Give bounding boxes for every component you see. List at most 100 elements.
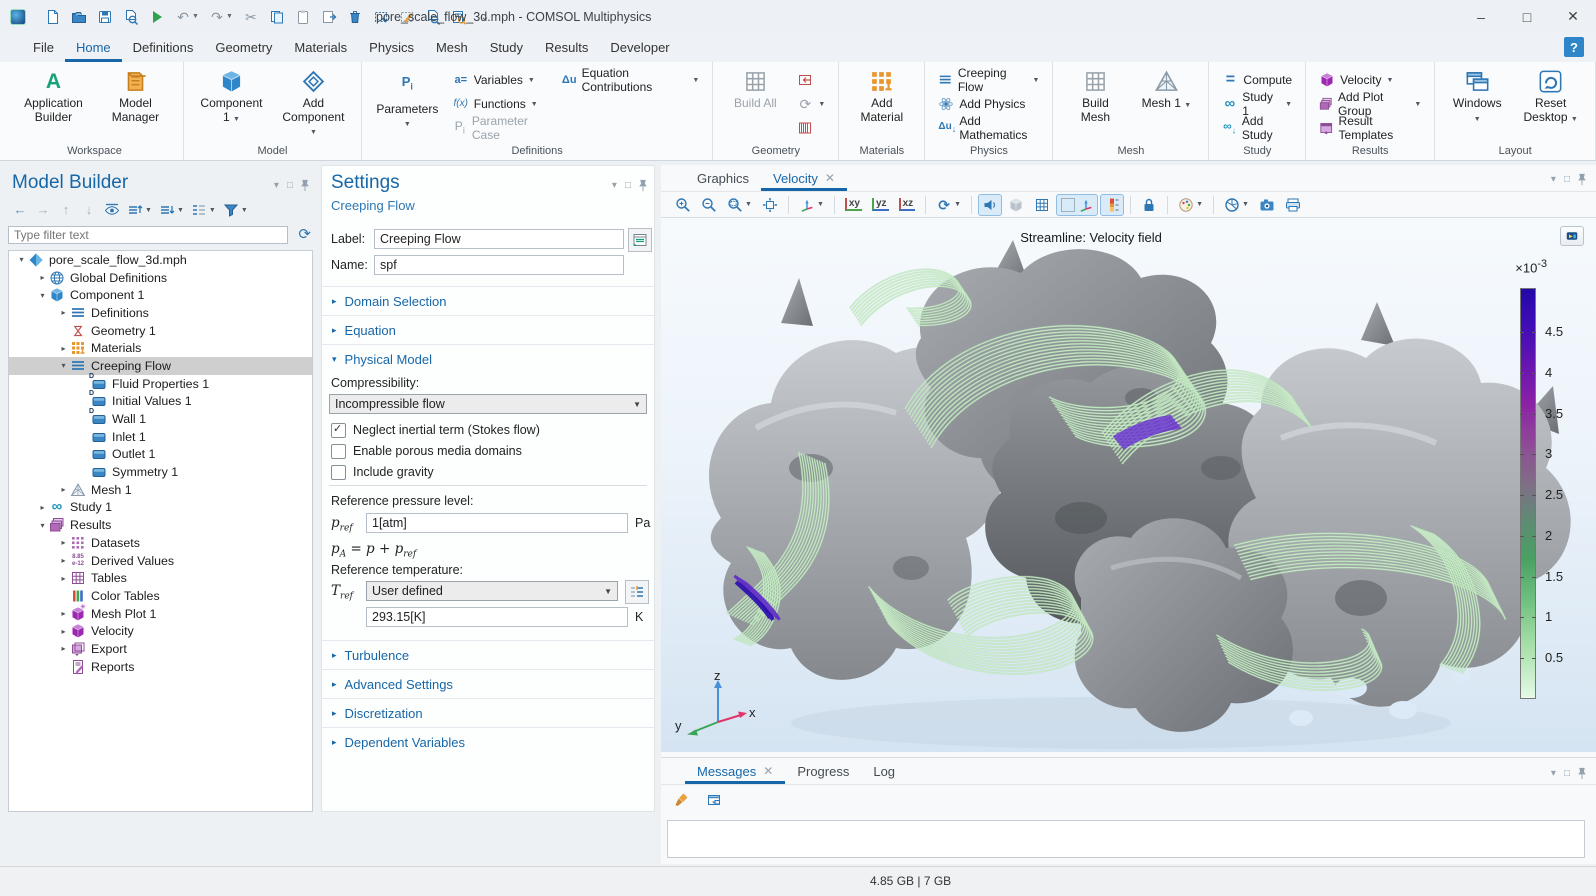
close-tab-icon[interactable]: ✕ — [763, 764, 773, 778]
color-theme-icon[interactable]: ▼ — [1174, 194, 1207, 216]
menu-item-results[interactable]: Results — [534, 33, 599, 62]
tree-item-study-1[interactable]: ▸∞Study 1 — [9, 499, 312, 517]
build-mesh-button[interactable]: Build Mesh — [1061, 65, 1129, 144]
view-xz-icon[interactable]: xz — [895, 195, 920, 214]
graphics-canvas[interactable]: Streamline: Velocity field ×10-3 4.543.5… — [661, 218, 1596, 752]
nav-forward-icon[interactable]: → — [35, 202, 51, 218]
undo-icon[interactable]: ↶▼ — [172, 7, 202, 27]
equation-contributions-button[interactable]: ΔuEquation Contributions▼ — [557, 69, 704, 91]
show-legend-icon[interactable] — [1100, 194, 1124, 216]
checkbox-box[interactable] — [331, 465, 346, 480]
tree-expander[interactable]: ▾ — [15, 255, 28, 264]
zoom-in-icon[interactable] — [671, 194, 695, 216]
transparency-icon[interactable] — [1004, 194, 1028, 216]
move-down-icon[interactable]: ↓ — [81, 202, 97, 218]
show-axes-icon[interactable] — [1056, 194, 1098, 216]
tree-expander[interactable]: ▾ — [36, 291, 49, 300]
tree-item-component-1[interactable]: ▾Component 1 — [9, 286, 312, 304]
add-physics-button[interactable]: Add Physics — [933, 93, 1044, 115]
messages-tab-progress[interactable]: Progress — [785, 758, 861, 784]
open-icon[interactable] — [68, 7, 90, 27]
component-1-button[interactable]: Component 1 ▼ — [192, 65, 271, 144]
checkbox-include-gravity[interactable]: Include gravity — [331, 464, 434, 480]
result-templates-button[interactable]: Result Templates — [1314, 117, 1426, 139]
float-panel-icon[interactable]: □ — [1564, 768, 1570, 779]
menu-item-developer[interactable]: Developer — [599, 33, 680, 62]
go-to-source-button[interactable] — [625, 580, 649, 604]
save-search-icon[interactable] — [120, 7, 142, 27]
section-physical-model[interactable]: ▾ Physical Model — [322, 344, 654, 373]
mesh-1-button[interactable]: Mesh 1 ▼ — [1132, 65, 1200, 144]
tree-item-pore-scale-flow-3d-mph[interactable]: ▾pore_scale_flow_3d.mph — [9, 251, 312, 269]
tree-expander[interactable]: ▸ — [57, 574, 70, 583]
model-tree-node-text-icon[interactable]: ▼ — [191, 202, 216, 218]
creeping-flow-button[interactable]: Creeping Flow▼ — [933, 69, 1044, 91]
cut-icon[interactable]: ✂ — [240, 7, 262, 27]
comsol-app-icon[interactable] — [10, 9, 26, 25]
tree-item-results[interactable]: ▾Results — [9, 516, 312, 534]
view-yz-icon[interactable]: yz — [868, 195, 893, 214]
add-study-button[interactable]: ∞↓Add Study — [1217, 117, 1297, 139]
tree-expander[interactable]: ▸ — [36, 503, 49, 512]
build-all-button[interactable]: Build All — [721, 65, 789, 144]
checkbox-enable-porous-media-domains[interactable]: Enable porous media domains — [331, 443, 522, 459]
tree-expander[interactable]: ▸ — [36, 273, 49, 282]
tree-item-mesh-1[interactable]: ▸Mesh 1 — [9, 481, 312, 499]
plot-settings-button[interactable] — [1560, 226, 1584, 246]
tree-item-symmetry-1[interactable]: Symmetry 1 — [9, 463, 312, 481]
scene-light-icon[interactable] — [978, 194, 1002, 216]
nav-back-icon[interactable]: ← — [12, 202, 28, 218]
panel-menu-icon[interactable]: ▾ — [1551, 174, 1556, 185]
tree-expander[interactable]: ▸ — [57, 627, 70, 636]
variables-button[interactable]: a=Variables▼ — [448, 69, 554, 91]
menu-item-mesh[interactable]: Mesh — [425, 33, 479, 62]
menu-item-file[interactable]: File — [22, 33, 65, 62]
duplicate-icon[interactable] — [318, 7, 340, 27]
open-in-window-icon[interactable] — [703, 790, 725, 810]
tree-item-definitions[interactable]: ▸Definitions — [9, 304, 312, 322]
tree-item-datasets[interactable]: ▸Datasets — [9, 534, 312, 552]
compressibility-select[interactable]: Incompressible flow ▼ — [329, 394, 647, 414]
menu-item-geometry[interactable]: Geometry — [204, 33, 283, 62]
zoom-extents-icon[interactable] — [758, 194, 782, 216]
tree-item-reports[interactable]: Reports — [9, 658, 312, 676]
model-manager-button[interactable]: Model Manager — [96, 65, 175, 144]
paste-icon[interactable] — [292, 7, 314, 27]
tree-expander[interactable]: ▸ — [57, 556, 70, 565]
copy-icon[interactable] — [266, 7, 288, 27]
tree-item-inlet-1[interactable]: Inlet 1 — [9, 428, 312, 446]
add-material-button[interactable]: Add Material — [847, 65, 916, 144]
tree-item-outlet-1[interactable]: Outlet 1 — [9, 446, 312, 464]
section-dependent-variables[interactable]: ▸Dependent Variables — [322, 727, 654, 756]
graphics-tab-graphics[interactable]: Graphics — [685, 165, 761, 191]
velocity-button[interactable]: Velocity▼ — [1314, 69, 1426, 91]
tree-item-creeping-flow[interactable]: ▾Creeping Flow — [9, 357, 312, 375]
help-button[interactable]: ? — [1564, 37, 1584, 57]
section-turbulence[interactable]: ▸Turbulence — [322, 640, 654, 669]
tree-expander[interactable]: ▸ — [57, 344, 70, 353]
insert-sequence-icon[interactable] — [792, 69, 830, 91]
print-icon[interactable] — [1281, 194, 1305, 216]
section-domain-selection[interactable]: ▸Domain Selection — [322, 286, 654, 315]
reference-temperature-select[interactable]: User defined ▼ — [366, 581, 618, 601]
float-panel-icon[interactable]: □ — [625, 180, 631, 191]
reference-temperature-field[interactable] — [366, 607, 628, 627]
parameters-button[interactable]: PiParameters ▼ — [370, 65, 445, 144]
snapshot-icon[interactable] — [1255, 194, 1279, 216]
close-tab-icon[interactable]: ✕ — [825, 171, 835, 185]
run-icon[interactable] — [146, 7, 168, 27]
tree-item-mesh-plot-1[interactable]: ▸✳Mesh Plot 1 — [9, 605, 312, 623]
close-button[interactable]: ✕ — [1550, 0, 1596, 33]
checkbox-neglect-inertial-term-stokes-flow-[interactable]: Neglect inertial term (Stokes flow) — [331, 422, 540, 438]
messages-tab-messages[interactable]: Messages✕ — [685, 758, 785, 784]
tree-item-fluid-properties-1[interactable]: DFluid Properties 1 — [9, 375, 312, 393]
clear-log-icon[interactable] — [671, 790, 693, 810]
add-plot-group-button[interactable]: Add Plot Group▼ — [1314, 93, 1426, 115]
view-xy-icon[interactable]: xy — [841, 195, 866, 214]
graphics-tab-velocity[interactable]: Velocity✕ — [761, 165, 847, 191]
virtual-operations-icon[interactable] — [792, 117, 830, 139]
zoom-box-icon[interactable]: ▼ — [723, 194, 756, 216]
menu-item-definitions[interactable]: Definitions — [122, 33, 205, 62]
tree-item-geometry-1[interactable]: ⋈Geometry 1 — [9, 322, 312, 340]
section-equation[interactable]: ▸Equation — [322, 315, 654, 344]
